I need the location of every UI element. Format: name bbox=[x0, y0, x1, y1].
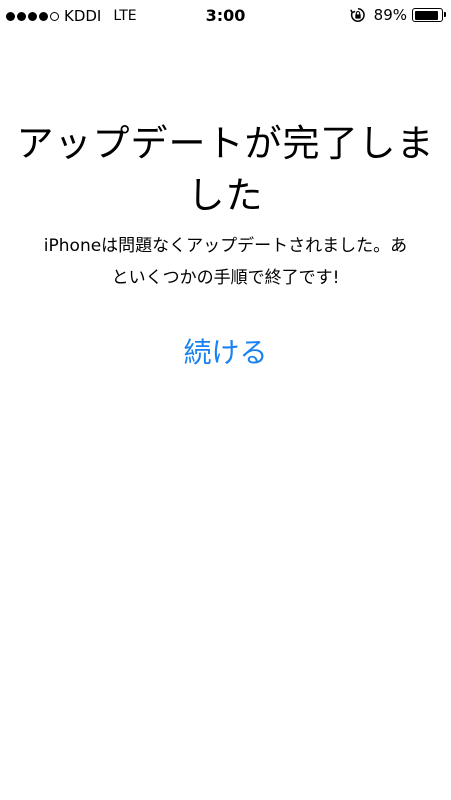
battery-fill bbox=[414, 10, 438, 20]
battery-icon bbox=[412, 8, 446, 22]
battery-tip bbox=[443, 12, 446, 17]
status-bar: KDDI LTE 3:00 89% bbox=[0, 0, 451, 34]
update-complete-screen: KDDI LTE 3:00 89% アップデートが完了しました iPhoneは問… bbox=[0, 0, 451, 800]
page-title: アップデートが完了しました bbox=[16, 122, 435, 217]
status-bar-right: 89% bbox=[349, 6, 446, 24]
battery-percentage: 89% bbox=[373, 6, 407, 24]
rotation-lock-icon bbox=[349, 7, 366, 23]
update-message: iPhoneは問題なくアップデートされました。あといくつかの手順で終了です! bbox=[43, 236, 408, 288]
continue-button[interactable]: 続ける bbox=[0, 331, 451, 371]
